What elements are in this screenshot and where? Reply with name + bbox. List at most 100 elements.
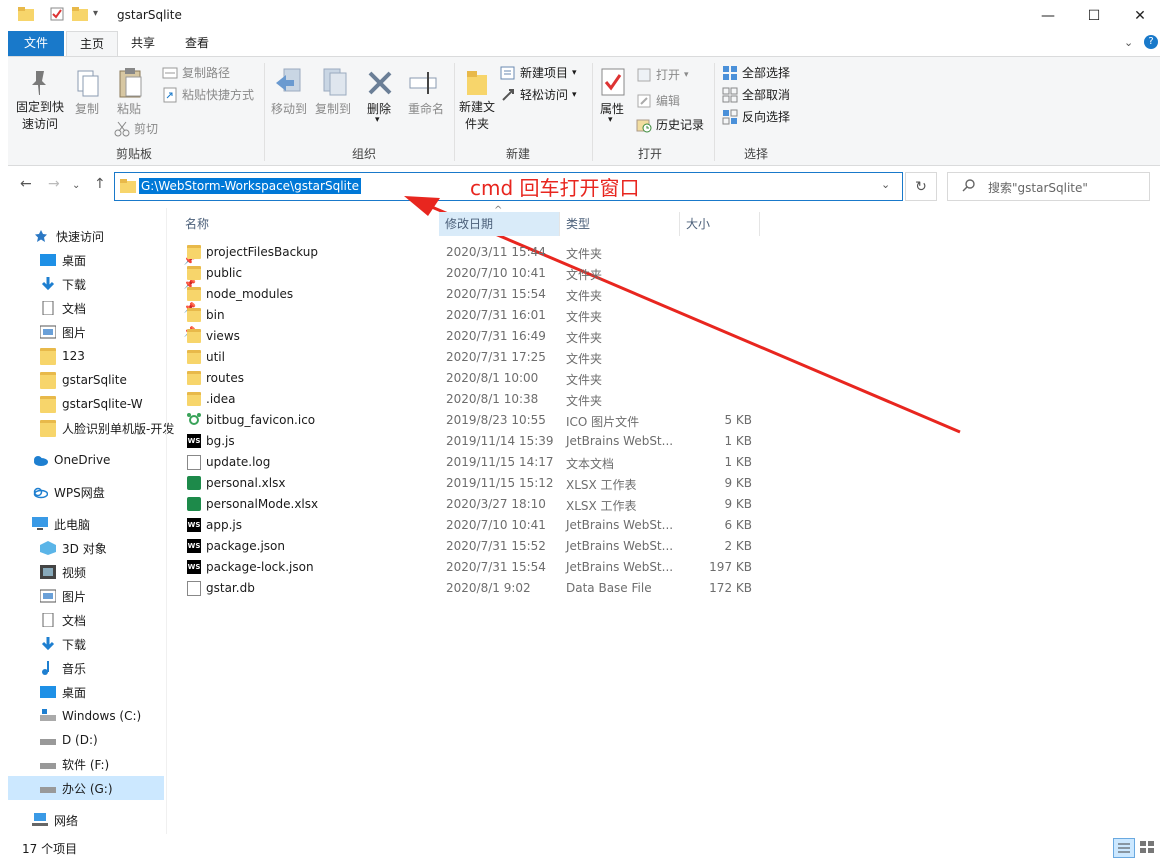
nav-quick-folder[interactable]: gstarSqlite bbox=[0, 368, 200, 392]
file-date: 2020/7/31 15:52 bbox=[446, 539, 546, 553]
column-header-size[interactable]: 大小 bbox=[686, 212, 710, 236]
file-type: 文件夹 bbox=[566, 268, 603, 282]
table-row[interactable]: views 2020/7/31 16:49 文件夹 bbox=[180, 326, 760, 347]
webstorm-file-icon: WS bbox=[187, 434, 201, 448]
file-type: 文本文档 bbox=[566, 457, 615, 471]
table-row[interactable]: WS bg.js 2019/11/14 15:39 JetBrains WebSt..… bbox=[180, 431, 760, 452]
nav-pc-pictures[interactable]: 图片 bbox=[0, 584, 200, 608]
folder-icon bbox=[187, 245, 201, 259]
file-type: 文件夹 bbox=[566, 310, 603, 324]
file-name: .idea bbox=[206, 392, 236, 406]
file-date: 2020/7/31 15:54 bbox=[446, 287, 546, 301]
table-row[interactable]: update.log 2019/11/15 14:17 文本文档 1 KB bbox=[180, 452, 760, 473]
file-name: package.json bbox=[206, 539, 286, 553]
file-date: 2019/11/15 15:12 bbox=[446, 476, 554, 490]
table-row[interactable]: WS package.json 2020/7/31 15:52 JetBrains W… bbox=[180, 536, 760, 557]
large-icons-view-button[interactable] bbox=[1137, 838, 1157, 856]
file-name: projectFilesBackup bbox=[206, 245, 318, 259]
nav-quick-folder[interactable]: 123 bbox=[0, 344, 200, 368]
table-row[interactable]: bitbug_favicon.ico 2019/8/23 10:55 ICO 图片文… bbox=[180, 410, 760, 431]
drive-icon bbox=[40, 781, 56, 795]
column-header-name[interactable]: 名称 bbox=[185, 212, 209, 236]
nav-quick-folder[interactable]: 人脸识别单机版-开发 bbox=[0, 416, 200, 440]
nav-quick-pictures[interactable]: 图片📌 bbox=[0, 320, 200, 344]
nav-pc-music[interactable]: 音乐 bbox=[0, 656, 200, 680]
nav-drive-c[interactable]: Windows (C:) bbox=[0, 704, 200, 728]
details-view-button[interactable] bbox=[1113, 838, 1135, 858]
folder-icon bbox=[187, 266, 201, 280]
file-size: 6 KB bbox=[724, 518, 752, 532]
windows-drive-icon bbox=[40, 709, 56, 723]
document-icon bbox=[40, 612, 56, 628]
file-name: gstar.db bbox=[206, 581, 255, 595]
file-date: 2020/7/31 16:01 bbox=[446, 308, 546, 322]
folder-icon bbox=[40, 395, 56, 413]
table-row[interactable]: projectFilesBackup 2020/3/11 15:44 文件夹 bbox=[180, 242, 760, 263]
file-name: public bbox=[206, 266, 243, 280]
download-icon bbox=[40, 277, 56, 291]
nav-onedrive[interactable]: OneDrive bbox=[0, 448, 192, 472]
nav-wps[interactable]: WPS网盘 bbox=[0, 480, 192, 504]
file-type: XLSX 工作表 bbox=[566, 478, 637, 492]
table-row[interactable]: .idea 2020/8/1 10:38 文件夹 bbox=[180, 389, 760, 410]
nav-pc-3d-objects[interactable]: 3D 对象 bbox=[0, 536, 200, 560]
table-row[interactable]: WS app.js 2020/7/10 10:41 JetBrains WebSt..… bbox=[180, 515, 760, 536]
file-date: 2020/8/1 9:02 bbox=[446, 581, 531, 595]
file-type: 文件夹 bbox=[566, 247, 603, 261]
nav-quick-documents[interactable]: 文档📌 bbox=[0, 296, 200, 320]
table-row[interactable]: WS package-lock.json 2020/7/31 15:54 JetBra… bbox=[180, 557, 760, 578]
nav-pc-documents[interactable]: 文档 bbox=[0, 608, 200, 632]
file-date: 2020/7/31 16:49 bbox=[446, 329, 546, 343]
table-row[interactable]: personalMode.xlsx 2020/3/27 18:10 XLSX 工作表… bbox=[180, 494, 760, 515]
table-row[interactable]: node_modules 2020/7/31 15:54 文件夹 bbox=[180, 284, 760, 305]
table-row[interactable]: bin 2020/7/31 16:01 文件夹 bbox=[180, 305, 760, 326]
file-type: 文件夹 bbox=[566, 289, 603, 303]
file-date: 2020/7/10 10:41 bbox=[446, 266, 546, 280]
nav-pc-desktop[interactable]: 桌面 bbox=[0, 680, 200, 704]
nav-pc-videos[interactable]: 视频 bbox=[0, 560, 200, 584]
nav-this-pc[interactable]: 此电脑 bbox=[0, 512, 192, 536]
nav-quick-desktop[interactable]: 桌面 📌 bbox=[0, 248, 200, 272]
file-name: app.js bbox=[206, 518, 242, 532]
column-divider bbox=[559, 212, 560, 236]
file-date: 2019/11/15 14:17 bbox=[446, 455, 554, 469]
file-size: 5 KB bbox=[724, 413, 752, 427]
column-divider bbox=[759, 212, 760, 236]
file-date: 2020/3/11 15:44 bbox=[446, 245, 546, 259]
file-size: 1 KB bbox=[724, 434, 752, 448]
file-size: 9 KB bbox=[724, 497, 752, 511]
folder-icon bbox=[187, 371, 201, 385]
webstorm-file-icon: WS bbox=[187, 560, 201, 574]
music-icon bbox=[40, 661, 56, 675]
file-size: 197 KB bbox=[709, 560, 752, 574]
file-size: 172 KB bbox=[709, 581, 752, 595]
webstorm-file-icon: WS bbox=[187, 518, 201, 532]
file-name: bin bbox=[206, 308, 225, 322]
file-date: 2020/7/31 17:25 bbox=[446, 350, 546, 364]
file-name: util bbox=[206, 350, 225, 364]
column-header-type[interactable]: 类型 bbox=[566, 212, 590, 236]
file-type: 文件夹 bbox=[566, 394, 603, 408]
file-date: 2019/11/14 15:39 bbox=[446, 434, 554, 448]
nav-pc-downloads[interactable]: 下载 bbox=[0, 632, 200, 656]
nav-quick-downloads[interactable]: 下载 📌 bbox=[0, 272, 200, 296]
nav-drive-f[interactable]: 软件 (F:) bbox=[0, 752, 200, 776]
table-row[interactable]: routes 2020/8/1 10:00 文件夹 bbox=[180, 368, 760, 389]
file-name: package-lock.json bbox=[206, 560, 314, 574]
table-row[interactable]: personal.xlsx 2019/11/15 15:12 XLSX 工作表 9 K… bbox=[180, 473, 760, 494]
file-type: JetBrains WebSt... bbox=[566, 539, 674, 553]
table-row[interactable]: gstar.db 2020/8/1 9:02 Data Base File 172 K… bbox=[180, 578, 760, 599]
file-name: node_modules bbox=[206, 287, 294, 301]
nav-network[interactable]: 网络 bbox=[0, 808, 192, 832]
nav-drive-d[interactable]: D (D:) bbox=[0, 728, 200, 752]
file-date: 2020/7/31 15:54 bbox=[446, 560, 546, 574]
nav-drive-g[interactable]: 办公 (G:) bbox=[8, 776, 164, 800]
item-count: 17 个项目 bbox=[22, 842, 78, 856]
file-type: Data Base File bbox=[566, 581, 652, 595]
table-row[interactable]: util 2020/7/31 17:25 文件夹 bbox=[180, 347, 760, 368]
file-size: 2 KB bbox=[724, 539, 752, 553]
file-type: 文件夹 bbox=[566, 352, 603, 366]
nav-quick-access[interactable]: 快速访问 bbox=[0, 224, 194, 248]
table-row[interactable]: public 2020/7/10 10:41 文件夹 bbox=[180, 263, 760, 284]
nav-quick-folder[interactable]: gstarSqlite-W bbox=[0, 392, 200, 416]
